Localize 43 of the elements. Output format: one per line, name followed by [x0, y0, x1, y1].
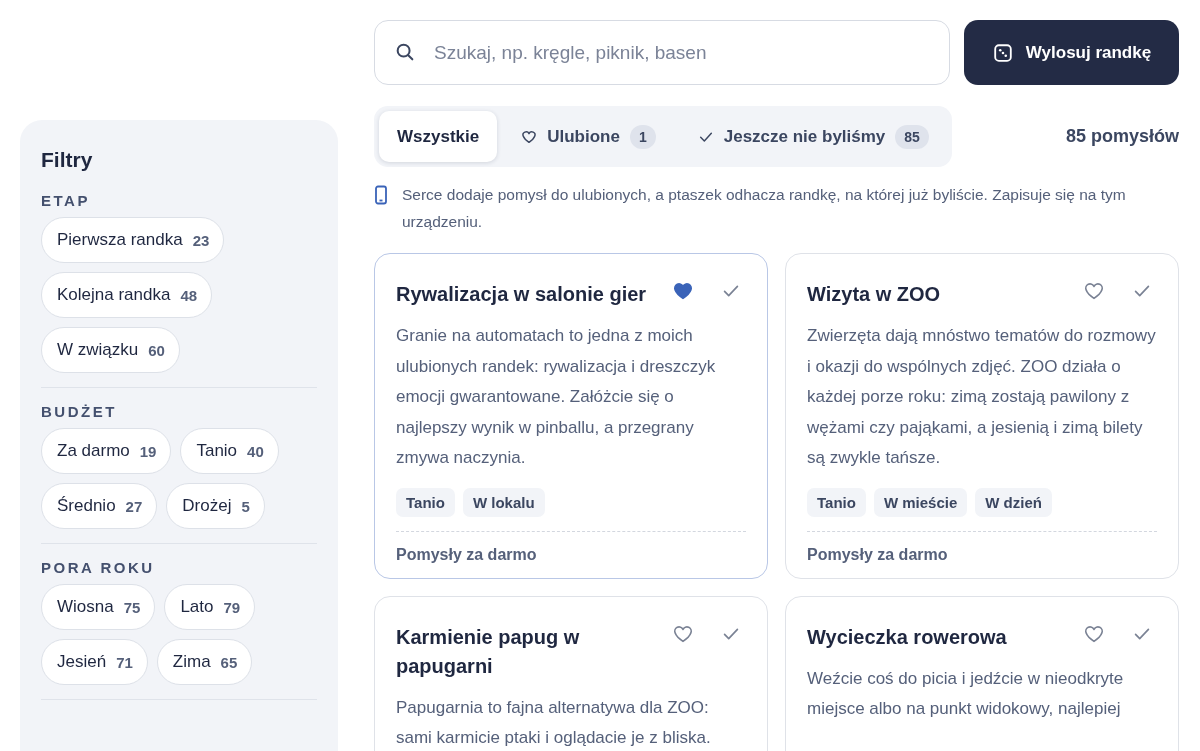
filters-title: Filtry — [41, 148, 94, 172]
card-title: Rywalizacja w salonie gier — [396, 282, 647, 307]
card-title: Karmienie papug w papugarni — [396, 624, 581, 679]
heart-icon — [672, 280, 694, 302]
card-tag: Tanio — [807, 487, 866, 517]
card-tag: W lokalu — [462, 487, 545, 517]
card-tag: W dzień — [975, 487, 1052, 517]
filter-chip[interactable]: Za darmo 19 — [41, 428, 172, 474]
filter-chip[interactable]: W związku 60 — [41, 327, 180, 373]
card-tag: W mieście — [873, 487, 968, 517]
filter-chip[interactable]: Jesień 71 — [41, 639, 148, 685]
filter-tab[interactable]: Wszystkie — [379, 111, 498, 162]
heart-icon — [521, 128, 538, 145]
filter-chip[interactable]: Wiosna 75 — [41, 584, 156, 630]
notice-text: Serce dodaje pomysł do ulubionych, a ptaszek odhacza randkę, na której już byliście. Zapisuje się na tym urządzeniu. — [402, 185, 1127, 232]
card-description: Weźcie coś do picia i jedźcie w nieodkryte miejsce albo na punkt widokowy, najlepiej — [807, 667, 1125, 720]
card-description: Zwierzęta dają mnóstwo tematów do rozmowy i okazji do wspólnych zdjęć. ZOO działa o każdej porze roku: zimą zostają pawilony z wężami czy pająkami, a jesienią i zimą bilety są zwykle tańsze. — [807, 325, 1157, 469]
card-tag: Tanio — [396, 487, 455, 517]
filter-chip[interactable]: Tanio 40 — [180, 428, 279, 474]
filter-tab[interactable]: Jeszcze nie byliśmy 85 — [679, 111, 947, 162]
card-title: Wizyta w ZOO — [807, 282, 941, 307]
filter-tab[interactable]: Ulubione 1 — [503, 111, 674, 162]
card-description: Granie na automatach to jedna z moich ulubionych randek: rywalizacja i dreszczyk emocji gwarantowane. Załóżcie się o najlepszy wynik w pinballu, a przegrany zmywa naczynia. — [396, 325, 717, 469]
filter-chip[interactable]: Lato 79 — [164, 584, 256, 630]
filter-group-label: ETAP — [41, 192, 91, 209]
dice-icon — [991, 41, 1014, 64]
filter-chip[interactable]: Kolejna randka 48 — [41, 272, 213, 318]
filter-chip[interactable]: Drożej 5 — [166, 483, 265, 529]
filter-group-label: PORA ROKU — [41, 559, 156, 576]
card-footer: Pomysły za darmo — [807, 530, 1157, 564]
card-description: Papugarnia to fajna alternatywa dla ZOO: sami karmicie ptaki i oglądacie je z bliska. — [396, 696, 712, 749]
search-icon — [394, 41, 416, 63]
card-title: Wycieczka rowerowa — [807, 624, 1007, 650]
phone-icon — [374, 185, 388, 205]
result-count: 85 pomysłów — [1065, 126, 1179, 147]
heart-icon — [1083, 280, 1105, 302]
filter-chip[interactable]: Średnio 27 — [41, 483, 158, 529]
filter-chip[interactable]: Pierwsza randka 23 — [41, 217, 225, 263]
card-footer: Pomysły za darmo — [396, 530, 746, 564]
filter-chip[interactable]: Zima 65 — [156, 639, 253, 685]
filter-group-label: BUDŻET — [41, 403, 118, 420]
random-date-button[interactable]: Wylosuj randkę — [964, 20, 1179, 85]
search-field[interactable]: Szukaj, np. kręgle, piknik, basen — [374, 20, 950, 85]
